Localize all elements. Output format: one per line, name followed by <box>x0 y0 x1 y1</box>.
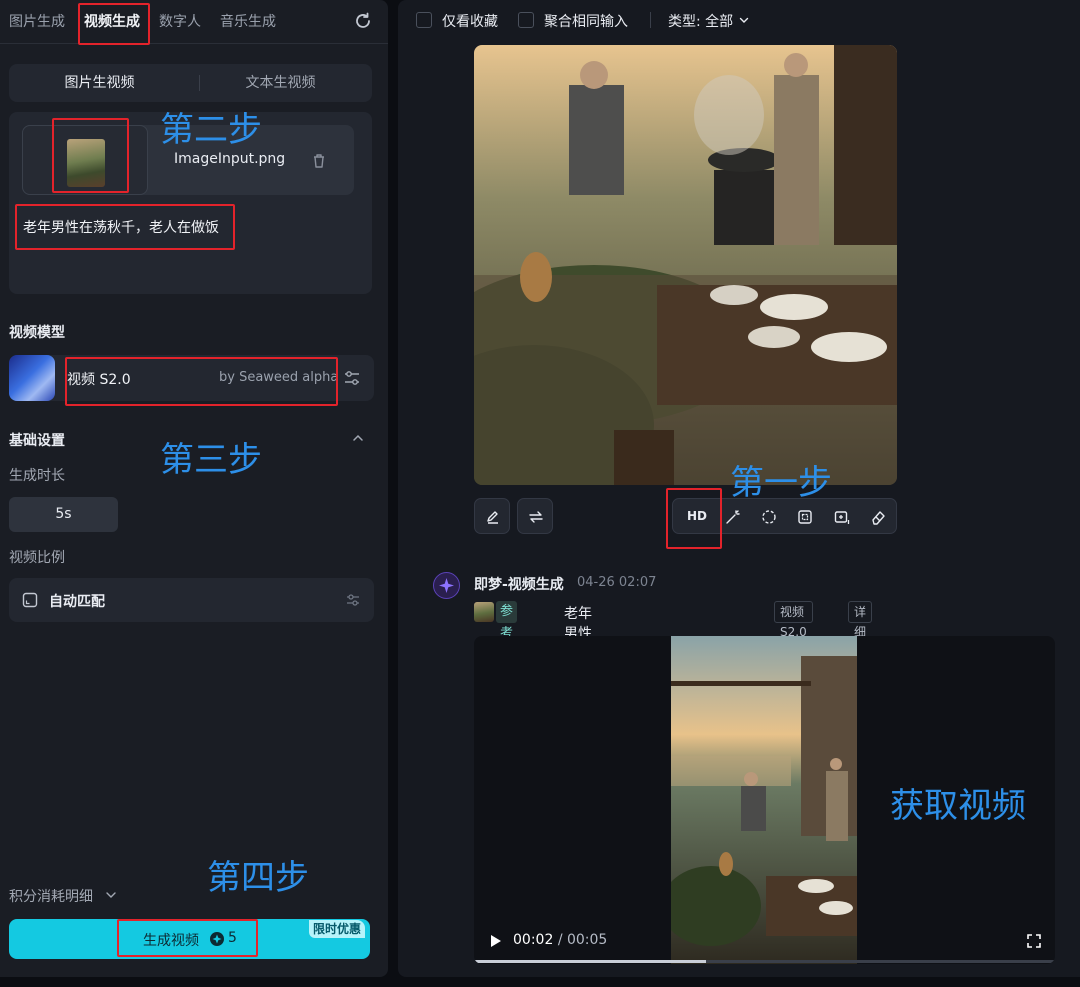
details-button[interactable]: 详细信息 <box>848 601 873 679</box>
promo-badge: 限时优惠 <box>309 920 366 938</box>
tab-music-generation[interactable]: 音乐生成 <box>220 11 276 31</box>
sliders-icon[interactable] <box>342 368 362 388</box>
annotation-get-video: 获取视频 <box>890 786 1026 826</box>
basic-settings-heading: 基础设置 <box>9 433 65 449</box>
duration-option-5s[interactable]: 5s <box>9 497 118 532</box>
play-icon[interactable] <box>490 934 502 948</box>
chevron-down-icon[interactable] <box>738 14 750 26</box>
tab-image-generation[interactable]: 图片生成 <box>9 11 65 31</box>
sparkle-icon <box>439 578 454 593</box>
annotation-step4: 第四步 <box>207 858 309 898</box>
edit-icon <box>487 511 498 524</box>
edit-button[interactable] <box>474 498 510 534</box>
job-timestamp: 04-26 02:07 <box>577 575 657 590</box>
video-model-heading: 视频模型 <box>9 325 65 341</box>
job-title: 即梦-视频生成 <box>474 577 564 593</box>
highlight-thumbnail <box>52 118 129 193</box>
highlight-video-tab <box>78 3 150 45</box>
highlight-generate <box>117 919 258 957</box>
highlight-model <box>65 357 338 406</box>
video-progress-bar[interactable] <box>474 960 1055 963</box>
reference-frame-thumbnail[interactable] <box>474 602 494 622</box>
chevron-down-icon[interactable] <box>104 888 118 902</box>
mode-switch: 图片生视频 文本生视频 <box>9 64 372 102</box>
cost-detail-toggle[interactable]: 积分消耗明细 <box>9 886 93 906</box>
video-frame <box>671 636 857 964</box>
merge-same-input-label[interactable]: 聚合相同输入 <box>544 11 628 31</box>
duration-label: 生成时长 <box>9 468 65 484</box>
regenerate-icon <box>529 511 543 523</box>
favorites-only-label[interactable]: 仅看收藏 <box>442 11 498 31</box>
type-filter-dropdown[interactable]: 类型: 全部 <box>668 11 733 31</box>
aspect-ratio-icon <box>22 592 38 608</box>
mode-text-to-video[interactable]: 文本生视频 <box>190 64 371 102</box>
tab-digital-human[interactable]: 数字人 <box>159 11 201 31</box>
generated-image[interactable] <box>474 45 897 485</box>
regenerate-button[interactable] <box>517 498 553 534</box>
aspect-ratio-selector[interactable]: 自动匹配 <box>9 578 374 622</box>
sliders-icon[interactable] <box>344 591 362 609</box>
eraser-icon[interactable] <box>869 508 887 526</box>
time-separator: / <box>557 932 563 948</box>
fullscreen-icon[interactable] <box>1026 933 1042 949</box>
aspect-ratio-value: 自动匹配 <box>49 594 105 610</box>
favorites-only-checkbox[interactable] <box>416 12 432 28</box>
delete-icon[interactable] <box>310 152 328 170</box>
annotation-step1: 第一步 <box>730 463 832 503</box>
annotation-step2: 第二步 <box>160 110 262 150</box>
filter-divider <box>650 12 651 28</box>
remix-icon[interactable] <box>760 508 778 526</box>
aspect-ratio-label: 视频比例 <box>9 550 65 566</box>
annotation-step3: 第三步 <box>160 440 262 480</box>
highlight-prompt <box>15 204 235 250</box>
generated-image-scene <box>474 45 897 485</box>
top-navigation: 图片生成 视频生成 数字人 音乐生成 <box>0 0 388 44</box>
model-pill: 视频 S2.0 <box>774 601 813 639</box>
mode-image-to-video[interactable]: 图片生视频 <box>9 64 190 102</box>
video-time: 00:02 / 00:05 <box>513 932 607 948</box>
expand-icon[interactable] <box>796 508 814 526</box>
magic-wand-icon[interactable] <box>724 508 742 526</box>
model-icon <box>9 355 55 401</box>
current-time: 00:02 <box>513 932 554 948</box>
video-progress-fill <box>474 960 707 963</box>
uploaded-file-name: ImageInput.png <box>174 151 286 167</box>
total-time: 00:05 <box>566 932 608 948</box>
jimeng-avatar <box>433 572 460 599</box>
highlight-hd <box>666 488 722 549</box>
add-frame-icon[interactable] <box>833 508 851 526</box>
chevron-up-icon[interactable] <box>350 430 366 446</box>
refresh-icon[interactable] <box>352 10 374 32</box>
reference-frame-tag: 参考首帧 <box>496 601 518 685</box>
merge-same-input-checkbox[interactable] <box>518 12 534 28</box>
